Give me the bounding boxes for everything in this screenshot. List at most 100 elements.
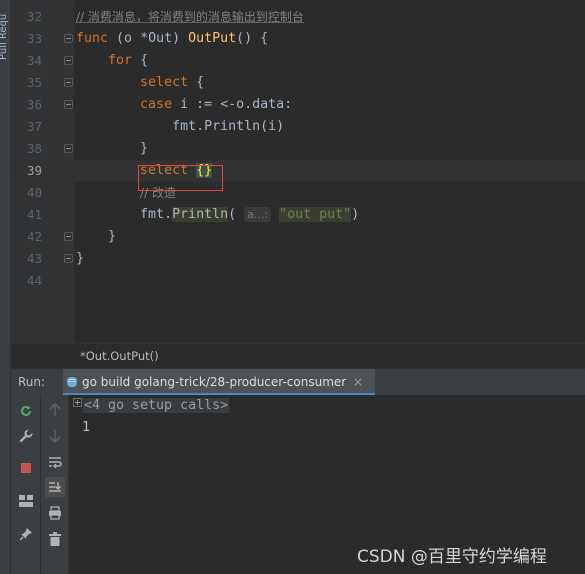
run-toolbar-secondary [41,395,69,574]
code-line-44: 44 [11,270,585,292]
closing-brace: } [140,141,149,156]
close-icon[interactable]: × [353,375,363,389]
line-number: 43 [26,251,42,266]
code-text: fmt.Println(i) [76,116,284,138]
dot: . [164,207,173,222]
line-number: 38 [26,141,42,156]
line-number: 32 [26,9,42,24]
closing-brace: } [108,229,117,244]
line-number: 36 [26,97,42,112]
rerun-icon[interactable] [16,401,36,421]
line-number: 40 [26,185,42,200]
code-line-34: 34 for { [11,50,585,72]
expand-icon[interactable] [73,398,82,407]
code-tail: { [188,75,205,90]
pin-icon[interactable] [16,524,36,544]
watermark: CSDN @百里守约学编程 [357,547,547,567]
keyword-func: func [76,31,109,46]
run-panel-label: Run: [18,375,46,389]
code-text: } [76,138,148,160]
fold-marker-icon[interactable] [64,56,73,65]
code-text: } [76,248,84,270]
code-line-37: 37 fmt.Println(i) [11,116,585,138]
run-panel-header: Run: go build golang-trick/28-producer-c… [11,368,585,396]
call-open: ( [228,207,237,222]
keyword-select: select [140,75,189,90]
line-number: 42 [26,229,42,244]
code-line-32: 32 // 消费消息，将消费到的消息输出到控制台 [11,6,585,28]
call-args: (i) [260,119,285,134]
folded-setup-calls[interactable]: <4 go setup calls> [83,398,230,413]
code-text: func (o *Out) OutPut() { [76,28,268,50]
code-text: // 消费消息，将消费到的消息输出到控制台 [76,6,304,29]
code-line-39: 39 select {} [11,160,585,182]
code-text: fmt.Println( a...: "out put") [76,204,359,226]
line-number: 39 [26,163,42,178]
fold-marker-icon[interactable] [64,232,73,241]
code-text: select { [76,72,204,94]
console-output-line: 1 [82,420,91,435]
receiver-name: o [124,31,133,46]
receiver-close: ) [172,31,189,46]
code-line-41: 41 fmt.Println( a...: "out put") [11,204,585,226]
line-number: 34 [26,53,42,68]
soft-wrap-icon[interactable] [45,452,65,472]
code-editor[interactable]: 32 // 消费消息，将消费到的消息输出到控制台 33 func (o *Out… [11,0,585,343]
case-body: i := <-o.data: [172,97,293,112]
print-icon[interactable] [45,503,65,523]
run-config-tab[interactable]: go build golang-trick/28-producer-consum… [63,369,375,396]
call-name: Println [172,207,229,222]
parameter-hint: a...: [244,207,272,222]
code-tail: { [132,53,149,68]
code-text: for { [76,50,148,72]
gopher-icon [67,377,77,387]
wrench-icon[interactable] [16,426,36,446]
breadcrumb-item[interactable]: *Out.OutPut() [80,349,159,363]
highlight-annotation-box [138,165,223,191]
stop-icon[interactable] [16,458,36,478]
line-number: 35 [26,75,42,90]
keyword-for: for [108,53,133,68]
code-line-43: 43 } [11,248,585,270]
fold-marker-icon[interactable] [64,144,73,153]
line-number: 41 [26,207,42,222]
function-name: OutPut [188,31,237,46]
dot: . [196,119,205,134]
code-line-35: 35 select { [11,72,585,94]
left-tool-strip: Pull Requ [0,0,11,574]
fold-marker-icon[interactable] [64,78,73,87]
fold-marker-icon[interactable] [64,34,73,43]
receiver-type: *Out [132,31,173,46]
function-tail: () { [236,31,269,46]
console-folded-line[interactable]: <4 go setup calls> [73,398,230,416]
code-line-36: 36 case i := <-o.data: [11,94,585,116]
up-arrow-icon[interactable] [45,400,65,420]
run-config-tab-label: go build golang-trick/28-producer-consum… [82,375,347,389]
layout-icon[interactable] [16,491,36,511]
package-name: fmt [172,119,197,134]
fold-marker-icon[interactable] [64,254,73,263]
trash-icon[interactable] [45,529,65,549]
code-text: } [76,226,116,248]
line-number: 33 [26,31,42,46]
line-number: 37 [26,119,42,134]
code-line-33: 33 func (o *Out) OutPut() { [11,28,585,50]
code-line-42: 42 } [11,226,585,248]
closing-brace: } [76,251,85,266]
comment-text: // 消费消息，将消费到的消息输出到控制台 [76,10,304,24]
keyword-case: case [140,97,173,112]
call-name: Println [204,119,261,134]
fold-marker-icon[interactable] [64,100,73,109]
call-close: ) [351,207,360,222]
string-literal: "out put" [279,207,352,222]
receiver-open: ( [108,31,125,46]
code-text: case i := <-o.data: [76,94,292,116]
line-number: 44 [26,273,42,288]
down-arrow-icon[interactable] [45,426,65,446]
code-line-38: 38 } [11,138,585,160]
code-line-40: 40 // 改造 [11,182,585,204]
scroll-to-end-icon[interactable] [45,477,65,497]
package-name: fmt [140,207,165,222]
breadcrumb: *Out.OutPut() [11,343,585,368]
run-toolbar-primary [11,395,41,574]
